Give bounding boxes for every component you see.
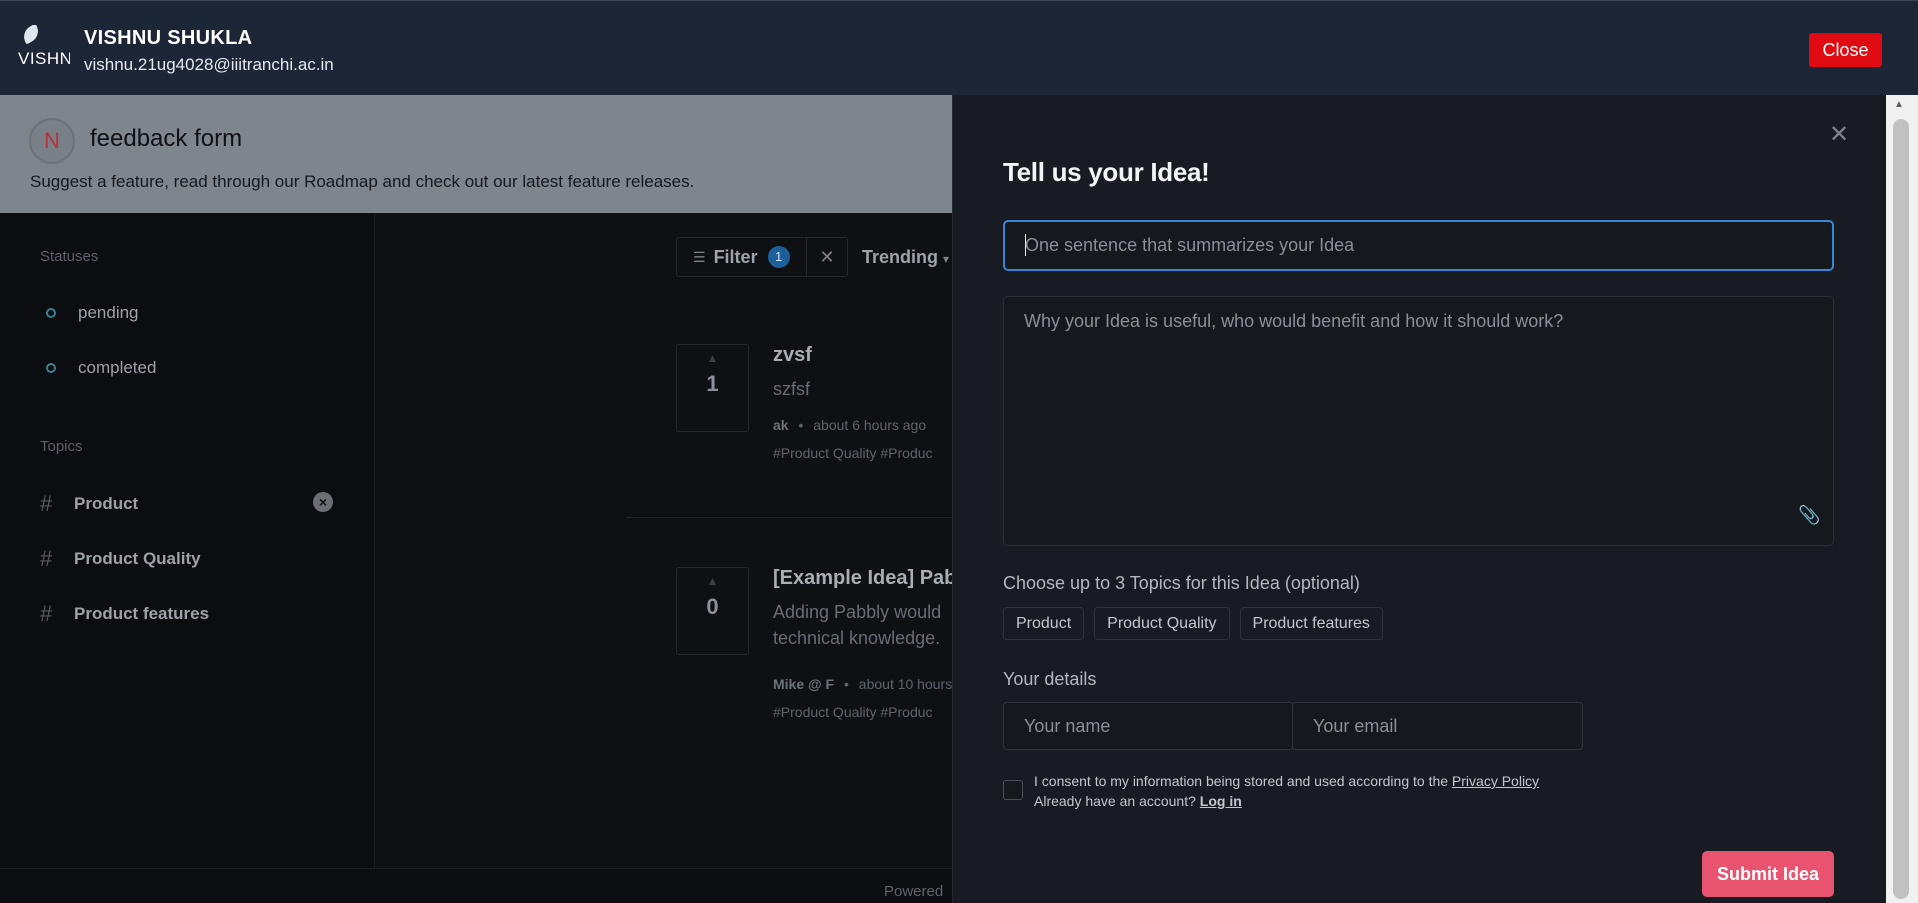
close-button[interactable]: Close (1809, 33, 1882, 67)
sort-label: Trending (862, 247, 938, 267)
topic-chip-product-quality[interactable]: Product Quality (1094, 607, 1230, 640)
status-label: completed (78, 358, 157, 377)
post-description: Adding Pabbly would technical knowledge. (773, 599, 941, 651)
post-meta: ak • about 6 hours ago (773, 417, 926, 433)
filter-label: Filter (713, 246, 758, 267)
filter-count-badge: 1 (767, 246, 790, 268)
details-label: Your details (1003, 669, 1097, 689)
scrollbar[interactable]: ▲ (1886, 95, 1918, 903)
post-description-line: Adding Pabbly would (773, 602, 942, 622)
topic-label: Product features (74, 604, 210, 623)
board-avatar: N (29, 118, 75, 164)
login-link[interactable]: Log in (1200, 793, 1242, 809)
vote-box[interactable]: ▲ 0 (676, 567, 749, 655)
idea-summary-input[interactable] (1003, 220, 1834, 271)
board-title: feedback form (90, 125, 243, 152)
topics-label: Choose up to 3 Topics for this Idea (opt… (1003, 573, 1360, 593)
main-content: ☰ Filter 1 ✕ Trending ▾ ▲ 1 zvsf szfsf a… (376, 213, 956, 868)
sidebar-status-completed[interactable]: completed (40, 358, 156, 378)
sidebar: Statuses pending completed Topics # Prod… (0, 213, 375, 868)
sort-dropdown[interactable]: Trending ▾ (862, 247, 949, 268)
post-tags: #Product Quality #Produc (773, 445, 933, 461)
post-description: szfsf (773, 379, 811, 399)
clear-filter-icon[interactable]: ✕ (807, 247, 847, 268)
hash-icon: # (40, 601, 53, 626)
paperclip-icon[interactable]: 📎 (1798, 505, 1820, 526)
consent-checkbox[interactable] (1003, 780, 1023, 800)
leaf-icon (19, 25, 43, 45)
divider (626, 517, 956, 518)
filter-control: ☰ Filter 1 ✕ (676, 237, 848, 277)
filter-button[interactable]: ☰ Filter 1 (677, 238, 807, 276)
form-title: Tell us your Idea! (1003, 157, 1210, 187)
clear-topic-icon[interactable]: × (313, 492, 333, 512)
topic-chip-product[interactable]: Product (1003, 607, 1085, 640)
sidebar-topic-product-quality[interactable]: # Product Quality (40, 546, 201, 572)
board-header: N feedback form Suggest a feature, read … (0, 95, 952, 213)
post-title: [Example Idea] Pab (773, 567, 957, 589)
upvote-icon: ▲ (706, 574, 719, 588)
logo-text: VISHNU (18, 49, 70, 68)
dot-separator-icon: • (798, 417, 804, 433)
chevron-down-icon: ▾ (943, 252, 950, 266)
status-dot-icon (46, 308, 56, 318)
email-input[interactable] (1292, 702, 1583, 750)
board-subtitle: Suggest a feature, read through our Road… (30, 172, 695, 191)
account-text: Already have an account? (1034, 793, 1196, 809)
idea-description-textarea[interactable] (1003, 296, 1834, 546)
sidebar-status-pending[interactable]: pending (40, 303, 139, 323)
scroll-thumb[interactable] (1893, 119, 1909, 899)
post-meta: Mike @ F • about 10 hours (773, 676, 952, 692)
name-input[interactable] (1003, 702, 1294, 750)
vote-count: 1 (706, 371, 719, 396)
user-email: vishnu.21ug4028@iiitranchi.ac.in (84, 55, 334, 74)
scroll-up-icon[interactable]: ▲ (1894, 99, 1904, 110)
idea-drawer: ✕ Tell us your Idea! 📎 Choose up to 3 To… (952, 95, 1886, 903)
hash-icon: # (40, 491, 53, 516)
status-label: pending (78, 303, 139, 322)
topic-chip-product-features[interactable]: Product features (1239, 607, 1383, 640)
footer: Powered (0, 868, 952, 903)
powered-by: Powered (884, 883, 944, 900)
top-header: VISHNU VISHNU SHUKLA vishnu.21ug4028@iii… (0, 0, 1918, 95)
post-tags: #Product Quality #Produc (773, 704, 933, 720)
privacy-policy-link[interactable]: Privacy Policy (1452, 773, 1539, 789)
upvote-icon: ▲ (706, 351, 719, 365)
hash-icon: # (40, 546, 53, 571)
post-description-line: technical knowledge. (773, 628, 941, 648)
status-dot-icon (46, 363, 56, 373)
filter-icon: ☰ (693, 248, 706, 265)
sidebar-topic-product-features[interactable]: # Product features (40, 601, 209, 627)
post-title: zvsf (773, 344, 812, 366)
sidebar-topic-product[interactable]: # Product (40, 491, 138, 517)
post-author: ak (773, 417, 789, 433)
post-time: about 6 hours ago (813, 417, 927, 433)
user-name: VISHNU SHUKLA (84, 27, 253, 49)
vote-box[interactable]: ▲ 1 (676, 344, 749, 432)
vote-count: 0 (706, 594, 719, 619)
topics-heading: Topics (40, 438, 83, 455)
consent-label: I consent to my information being stored… (1034, 773, 1449, 789)
dot-separator-icon: • (844, 676, 849, 692)
post-author: Mike @ F (773, 676, 835, 692)
statuses-heading: Statuses (40, 248, 99, 265)
consent-text: I consent to my information being stored… (1034, 771, 1539, 811)
topic-chips: Product Product Quality Product features (1003, 607, 1383, 640)
close-icon[interactable]: ✕ (1829, 120, 1849, 149)
submit-idea-button[interactable]: Submit Idea (1702, 851, 1834, 897)
topic-label: Product (74, 494, 139, 513)
post-time: about 10 hours (858, 676, 953, 692)
org-logo: VISHNU (18, 25, 70, 73)
text-caret (1025, 234, 1026, 256)
topic-label: Product Quality (74, 549, 201, 568)
